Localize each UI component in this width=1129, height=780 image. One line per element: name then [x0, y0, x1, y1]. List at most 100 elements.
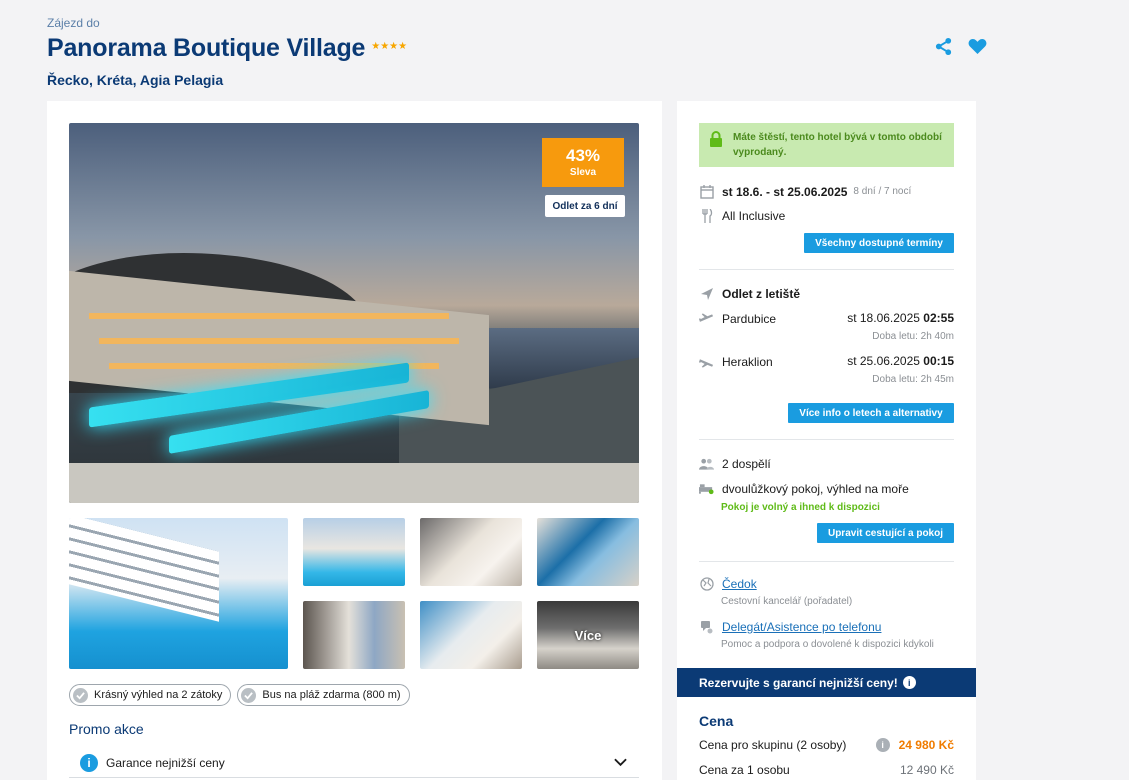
- departure-title-row: Odlet z letiště: [699, 286, 800, 301]
- price-person-label: Cena za 1 osobu: [699, 763, 790, 777]
- flights-info-button[interactable]: Více info o letech a alternativy: [788, 403, 954, 423]
- discount-percent: 43%: [565, 146, 601, 165]
- room-text: dvoulůžkový pokoj, výhled na moře: [722, 481, 909, 496]
- agency-desc: Cestovní kancelář (pořadatel): [721, 596, 853, 607]
- travelers-row: 2 dospělí: [699, 456, 771, 471]
- thumbnail[interactable]: [303, 518, 405, 586]
- thumbnail[interactable]: [420, 518, 522, 586]
- headset-icon: [699, 619, 714, 634]
- board-row: All Inclusive: [699, 208, 785, 223]
- dates-row: st 18.6. - st 25.06.2025 8 dní / 7 nocí: [699, 184, 911, 199]
- thumbnail-building: [69, 518, 219, 622]
- flight-out-row: Pardubice: [699, 311, 776, 326]
- bed-icon: [699, 481, 714, 496]
- chevron-down-icon[interactable]: [613, 756, 627, 770]
- flight-out-datetime: st 18.06.2025 02:55: [847, 311, 954, 325]
- plane-departure-icon: [699, 286, 714, 301]
- info-icon: i: [80, 753, 98, 772]
- discount-label: Sleva: [569, 167, 597, 178]
- agency-row: Čedok: [699, 576, 757, 591]
- flight-back-duration: Doba letu: 2h 45m: [872, 374, 954, 385]
- price-title: Cena: [699, 713, 734, 729]
- price-person-row: Cena za 1 osobu 12 490 Kč: [699, 763, 954, 777]
- divider: [699, 561, 954, 562]
- main-photo[interactable]: 43% Sleva Odlet za 6 dní: [69, 123, 639, 503]
- booking-card: Máte štěstí, tento hotel bývá v tomto ob…: [677, 101, 976, 780]
- heart-icon[interactable]: [967, 36, 987, 56]
- promo-item-label: Garance nejnižší ceny: [106, 755, 225, 770]
- departure-title: Odlet z letiště: [722, 286, 801, 301]
- price-group-row: Cena pro skupinu (2 osoby) i 24 980 Kč: [699, 738, 954, 752]
- price-guarantee-banner: Rezervujte s garancí nejnižší ceny! i: [677, 668, 976, 697]
- feature-chip: Krásný výhled na 2 zátoky: [69, 684, 232, 706]
- photo-foreground: [69, 463, 639, 503]
- thumbnail[interactable]: [420, 601, 522, 669]
- calendar-icon: [699, 184, 714, 199]
- promo-title: Promo akce: [69, 721, 144, 737]
- agency-link[interactable]: Čedok: [722, 577, 757, 591]
- flight-back-date: st 25.06.2025: [847, 354, 920, 368]
- price-group-value: i 24 980 Kč: [875, 738, 954, 752]
- lock-icon: [709, 131, 723, 147]
- room-row: dvoulůžkový pokoj, výhled na moře: [699, 481, 909, 496]
- flight-back-datetime: st 25.06.2025 00:15: [847, 354, 954, 368]
- all-dates-button[interactable]: Všechny dostupné termíny: [804, 233, 954, 253]
- board-text: All Inclusive: [722, 208, 786, 223]
- duration-text: 8 dní / 7 nocí: [853, 186, 912, 197]
- eyebrow: Zájezd do: [47, 16, 100, 30]
- divider: [699, 439, 954, 440]
- title-row: Panorama Boutique Village ★★★★: [47, 34, 987, 63]
- star-rating: ★★★★: [371, 41, 408, 52]
- check-icon: [73, 687, 88, 703]
- thumbnail[interactable]: [69, 518, 288, 669]
- photo-lights: [99, 338, 459, 344]
- support-row: Delegát/Asistence po telefonu: [699, 619, 881, 634]
- support-desc: Pomoc a podpora o dovolené k dispozici k…: [721, 639, 934, 650]
- thumbnail[interactable]: [537, 518, 639, 586]
- edit-travelers-button[interactable]: Upravit cestující a pokoj: [817, 523, 954, 543]
- price-group-amount: 24 980 Kč: [898, 738, 954, 752]
- divider: [699, 269, 954, 270]
- header-actions: [933, 36, 987, 56]
- departure-tag: Odlet za 6 dní: [545, 195, 625, 217]
- flight-out-duration: Doba letu: 2h 40m: [872, 331, 954, 342]
- flight-out-airport: Pardubice: [722, 311, 777, 326]
- room-status: Pokoj je volný a ihned k dispozici: [721, 502, 880, 513]
- more-photos-label: Více: [574, 627, 602, 643]
- share-icon[interactable]: [933, 36, 953, 56]
- check-icon: [241, 687, 257, 703]
- info-icon[interactable]: i: [902, 676, 916, 689]
- gallery-card: 43% Sleva Odlet za 6 dní Více Krásný výh…: [47, 101, 662, 780]
- discount-badge: 43% Sleva: [542, 138, 624, 187]
- page-header: Zájezd do Panorama Boutique Village ★★★★…: [47, 16, 987, 88]
- info-icon[interactable]: i: [875, 738, 890, 752]
- price-person-value: 12 490 Kč: [899, 763, 954, 777]
- dates-text: st 18.6. - st 25.06.2025: [722, 184, 848, 199]
- banner-text: Rezervujte s garancí nejnižší ceny!: [699, 675, 898, 690]
- travelers-text: 2 dospělí: [722, 456, 771, 471]
- price-group-label: Cena pro skupinu (2 osoby): [699, 738, 847, 752]
- photo-lights: [89, 313, 449, 319]
- location[interactable]: Řecko, Kréta, Agia Pelagia: [47, 72, 987, 88]
- people-icon: [699, 456, 714, 471]
- feature-chips: Krásný výhled na 2 zátoky Bus na pláž zd…: [69, 684, 410, 706]
- globe-icon: [699, 576, 714, 591]
- feature-chip-label: Krásný výhled na 2 zátoky: [94, 689, 223, 701]
- flight-back-row: Heraklion: [699, 354, 773, 369]
- sold-out-message: Máte štěstí, tento hotel bývá v tomto ob…: [733, 132, 942, 158]
- support-link[interactable]: Delegát/Asistence po telefonu: [722, 620, 881, 634]
- more-photos-thumbnail[interactable]: Více: [537, 601, 639, 669]
- feature-chip: Bus na pláž zdarma (800 m): [237, 684, 410, 706]
- plane-departure-icon: [699, 311, 714, 326]
- promo-item[interactable]: i Garance nejnižší ceny: [69, 748, 639, 778]
- feature-chip-label: Bus na pláž zdarma (800 m): [262, 689, 401, 701]
- flight-out-date: st 18.06.2025: [847, 311, 920, 325]
- flight-back-time: 00:15: [923, 354, 954, 368]
- flight-back-airport: Heraklion: [722, 354, 773, 369]
- hotel-title: Panorama Boutique Village: [47, 34, 366, 62]
- cutlery-icon: [699, 208, 714, 223]
- sold-out-notice: Máte štěstí, tento hotel bývá v tomto ob…: [699, 123, 954, 167]
- thumbnail[interactable]: [303, 601, 405, 669]
- flight-out-time: 02:55: [923, 311, 954, 325]
- plane-arrival-icon: [699, 354, 714, 369]
